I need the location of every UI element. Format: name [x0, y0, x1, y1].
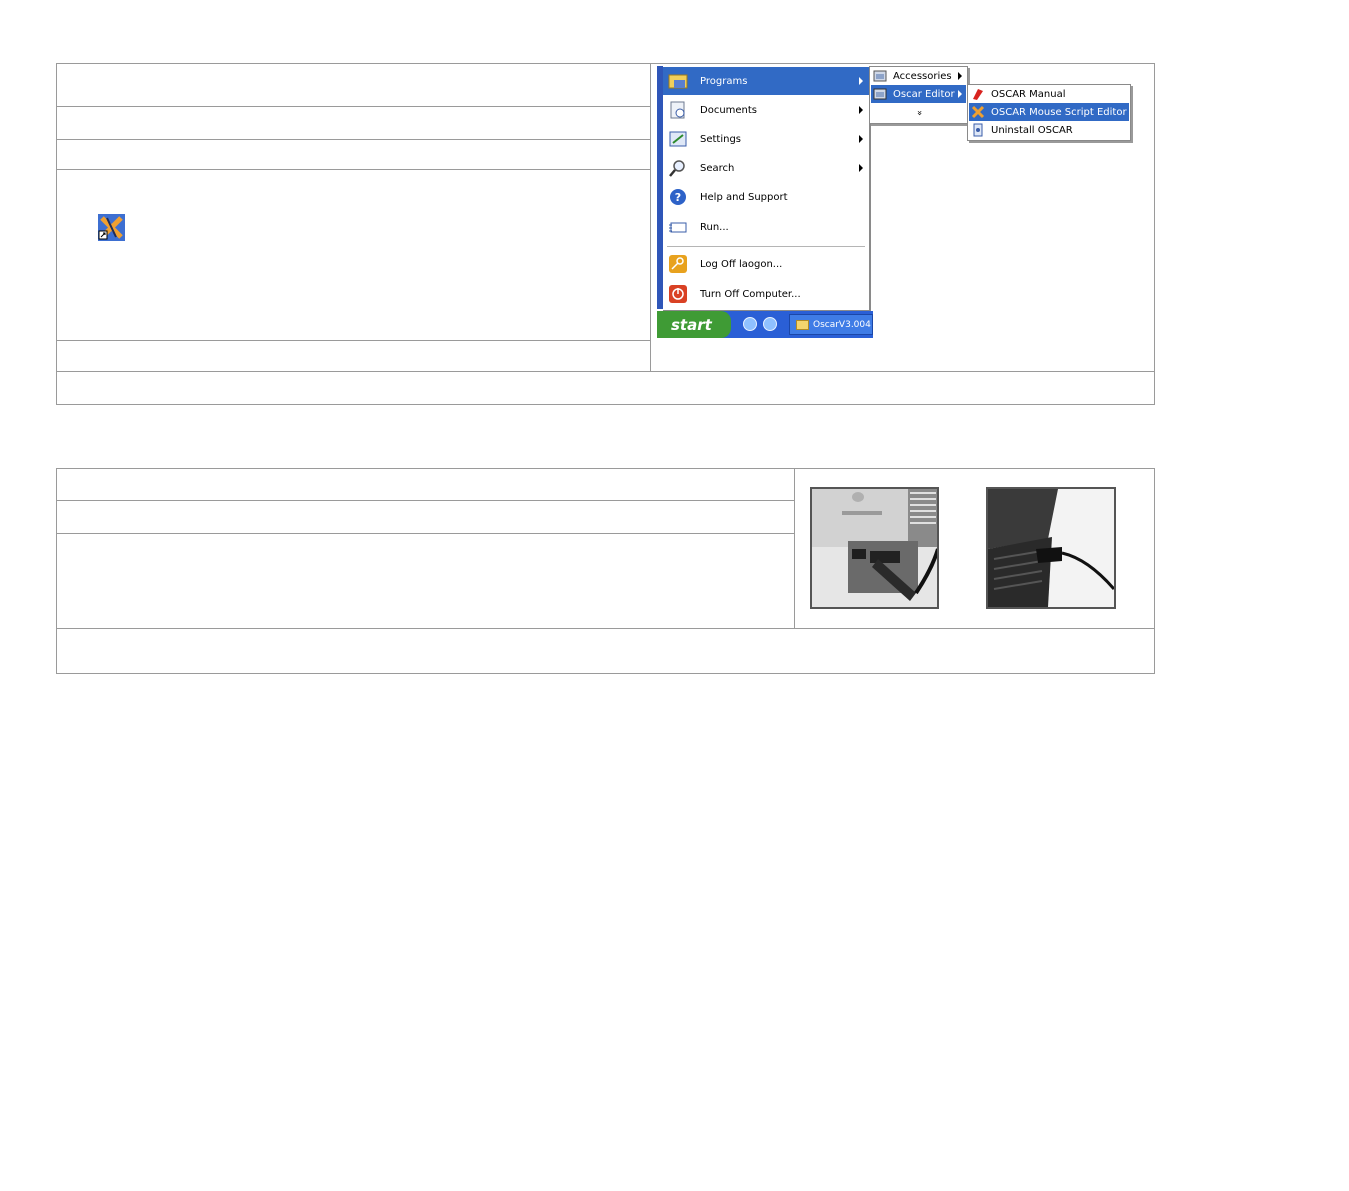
- menu-item-label: Settings: [700, 133, 742, 145]
- taskbar-window-label: OscarV3.004: [813, 319, 871, 330]
- submenu-item-label: Accessories: [893, 70, 952, 82]
- manual-icon: [971, 87, 985, 101]
- start-menu: Programs Documents Settings Search ? Hel…: [663, 66, 871, 311]
- install-table-rule: [56, 371, 1155, 372]
- connect-table-rule: [56, 628, 1155, 629]
- menu-item-label: Turn Off Computer...: [700, 288, 801, 300]
- menu-item-logoff[interactable]: Log Off laogon...: [663, 250, 869, 278]
- submenu-item-label: Uninstall OSCAR: [991, 124, 1073, 136]
- install-table-divider: [650, 63, 651, 372]
- submenu-arrow-icon: [859, 135, 863, 143]
- install-table-rule: [56, 169, 651, 170]
- menu-item-documents[interactable]: Documents: [663, 96, 869, 124]
- browser-quicklaunch-icon[interactable]: [763, 317, 777, 331]
- submenu-arrow-icon: [958, 72, 962, 80]
- submenu-item-oscar-editor[interactable]: Oscar Editor: [871, 85, 966, 103]
- menu-item-turn-off[interactable]: Turn Off Computer...: [663, 280, 869, 308]
- expand-chevron-icon: »: [913, 110, 924, 116]
- programs-submenu: Accessories Oscar Editor »: [869, 66, 968, 124]
- menu-separator: [667, 246, 865, 247]
- install-table-rule: [56, 340, 651, 341]
- oscar-editor-submenu: OSCAR Manual OSCAR Mouse Script Editor U…: [967, 84, 1131, 141]
- submenu-item-uninstall-oscar[interactable]: Uninstall OSCAR: [969, 121, 1129, 139]
- taskbar: start OscarV3.004: [657, 311, 873, 338]
- taskbar-window-button[interactable]: OscarV3.004: [789, 314, 873, 335]
- submenu-arrow-icon: [859, 77, 863, 85]
- menu-item-label: Log Off laogon...: [700, 258, 783, 270]
- connect-table-rule: [56, 533, 795, 534]
- start-menu-screenshot: Programs Documents Settings Search ? Hel…: [657, 66, 1132, 338]
- folder-icon: [796, 319, 809, 330]
- submenu-item-label: OSCAR Mouse Script Editor: [991, 106, 1127, 118]
- programs-icon: [667, 70, 689, 92]
- submenu-expand-chevron[interactable]: »: [871, 104, 966, 122]
- submenu-arrow-icon: [859, 164, 863, 172]
- usb-plug-desktop-photo: [810, 487, 939, 609]
- oscar-icon: [971, 105, 985, 119]
- connect-table-rule: [56, 500, 795, 501]
- menu-item-label: Run...: [700, 221, 729, 233]
- oscar-shortcut-icon[interactable]: [98, 214, 125, 241]
- menu-item-label: Search: [700, 162, 735, 174]
- menu-item-label: Programs: [700, 75, 748, 87]
- start-button-label: start: [671, 315, 712, 334]
- settings-icon: [667, 128, 689, 150]
- search-icon: [667, 157, 689, 179]
- documents-icon: [667, 99, 689, 121]
- help-icon: ?: [667, 186, 689, 208]
- install-table-rule: [56, 106, 651, 107]
- run-icon: [667, 216, 689, 238]
- menu-item-programs[interactable]: Programs: [663, 67, 869, 95]
- menu-item-run[interactable]: Run...: [663, 213, 869, 241]
- connect-table-divider: [794, 468, 795, 629]
- menu-item-search[interactable]: Search: [663, 154, 869, 182]
- logoff-icon: [667, 253, 689, 275]
- submenu-item-label: Oscar Editor: [893, 88, 955, 100]
- power-icon: [667, 283, 689, 305]
- submenu-item-oscar-mouse-script-editor[interactable]: OSCAR Mouse Script Editor: [969, 103, 1129, 121]
- program-group-icon: [873, 87, 887, 101]
- svg-text:?: ?: [675, 191, 681, 204]
- menu-item-help[interactable]: ? Help and Support: [663, 183, 869, 211]
- start-button[interactable]: start: [657, 311, 731, 338]
- menu-item-label: Documents: [700, 104, 758, 116]
- submenu-arrow-icon: [958, 90, 962, 98]
- menu-item-label: Help and Support: [700, 191, 788, 203]
- usb-plug-laptop-photo: [986, 487, 1116, 609]
- menu-item-settings[interactable]: Settings: [663, 125, 869, 153]
- uninstall-icon: [971, 123, 985, 137]
- install-table-rule: [56, 139, 651, 140]
- submenu-item-label: OSCAR Manual: [991, 88, 1066, 100]
- submenu-arrow-icon: [859, 106, 863, 114]
- submenu-item-accessories[interactable]: Accessories: [871, 67, 966, 85]
- ie-quicklaunch-icon[interactable]: [743, 317, 757, 331]
- submenu-item-oscar-manual[interactable]: OSCAR Manual: [969, 85, 1129, 103]
- program-group-icon: [873, 69, 887, 83]
